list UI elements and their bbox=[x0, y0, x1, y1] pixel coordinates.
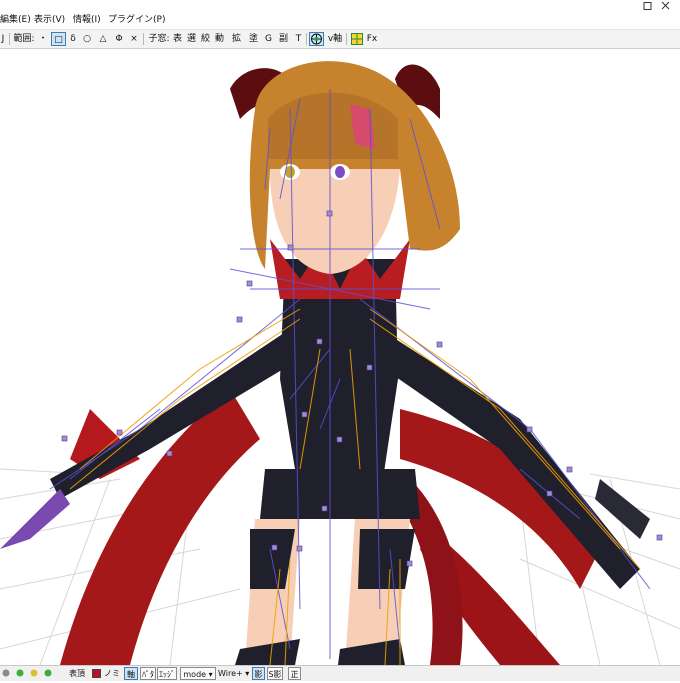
axis-toggle-button[interactable]: 軸 bbox=[124, 667, 138, 680]
mode-dropdown[interactable]: mode ▾ bbox=[180, 667, 216, 680]
range-label: 範囲: bbox=[13, 34, 35, 44]
toolbar-separator bbox=[306, 33, 307, 45]
point-select-button[interactable]: ・ bbox=[38, 32, 48, 46]
phi-select-button[interactable]: Φ bbox=[113, 32, 125, 46]
wire-plus-label: Wire+ bbox=[218, 669, 243, 678]
tool-select-button[interactable]: 選 bbox=[186, 32, 197, 46]
toolbar-separator bbox=[346, 33, 347, 45]
menu-info[interactable]: 情報(I) bbox=[73, 14, 101, 27]
face-label: ノミ bbox=[104, 669, 120, 678]
pattern-toggle-button[interactable]: ﾊﾟﾀ bbox=[140, 667, 156, 680]
status-indicator-icons bbox=[0, 667, 60, 680]
toolbar: J 範囲: ・ □ δ ○ △ Φ × 子窓: 表 選 絞 動 拡 塗 G 副 … bbox=[0, 30, 680, 49]
shadow-toggle-button[interactable]: 影 bbox=[252, 667, 265, 680]
body bbox=[235, 259, 420, 665]
toolbar-partial-button[interactable]: J bbox=[0, 32, 6, 46]
tool-sub-button[interactable]: 副 bbox=[278, 32, 289, 46]
fx-button[interactable]: Fx bbox=[366, 32, 378, 46]
mode-dropdown-label: mode bbox=[183, 670, 207, 679]
v-axis-button[interactable]: v軸 bbox=[326, 32, 344, 46]
tool-paint-button[interactable]: 塗 bbox=[248, 32, 259, 46]
clear-select-button[interactable]: × bbox=[129, 32, 139, 46]
close-icon[interactable] bbox=[658, 0, 672, 12]
tool-narrow-button[interactable]: 絞 bbox=[200, 32, 211, 46]
head bbox=[230, 61, 460, 274]
menu-edit[interactable]: 編集(E) bbox=[0, 14, 31, 27]
status-bar: 表頂 ノミ 軸 ﾊﾟﾀ ｴｯｼﾞ mode ▾ Wire+ ▾ 影 S影 正 bbox=[0, 665, 680, 681]
wire-plus-dropdown[interactable]: Wire+ ▾ bbox=[218, 667, 249, 680]
edge-toggle-button[interactable]: ｴｯｼﾞ bbox=[157, 667, 177, 680]
material-grid-icon[interactable] bbox=[350, 32, 364, 46]
menu-view[interactable]: 表示(V) bbox=[34, 14, 65, 27]
gizmo-label: 子窓: bbox=[148, 34, 170, 44]
circle-select-button[interactable]: ○ bbox=[81, 32, 93, 46]
toolbar-separator bbox=[143, 33, 144, 45]
rectangle-select-icon[interactable]: □ bbox=[51, 32, 66, 46]
title-bar bbox=[0, 0, 680, 12]
window-controls bbox=[640, 0, 680, 12]
lasso-select-button[interactable]: δ bbox=[68, 32, 78, 46]
tool-scale-button[interactable]: 拡 bbox=[231, 32, 242, 46]
menu-bar: 編集(E) 表示(V) 情報(I) プラグイン(P) bbox=[0, 12, 680, 30]
model-render bbox=[0, 61, 680, 665]
menu-plugin[interactable]: プラグイン(P) bbox=[108, 14, 165, 27]
tool-move-button[interactable]: 動 bbox=[214, 32, 225, 46]
self-shadow-button[interactable]: S影 bbox=[267, 667, 283, 680]
toolbar-separator bbox=[9, 33, 10, 45]
ortho-toggle-button[interactable]: 正 bbox=[288, 667, 301, 680]
face-color-swatch[interactable] bbox=[92, 669, 101, 678]
tool-group-button[interactable]: G bbox=[264, 32, 273, 46]
triangle-select-button[interactable]: △ bbox=[97, 32, 109, 46]
tool-text-button[interactable]: T bbox=[294, 32, 303, 46]
axis-globe-icon[interactable] bbox=[309, 32, 324, 46]
3d-viewport[interactable] bbox=[0, 49, 680, 665]
visible-toggle[interactable]: 表頂 bbox=[66, 667, 88, 680]
maximize-icon[interactable] bbox=[640, 0, 654, 12]
tool-show-button[interactable]: 表 bbox=[172, 32, 183, 46]
